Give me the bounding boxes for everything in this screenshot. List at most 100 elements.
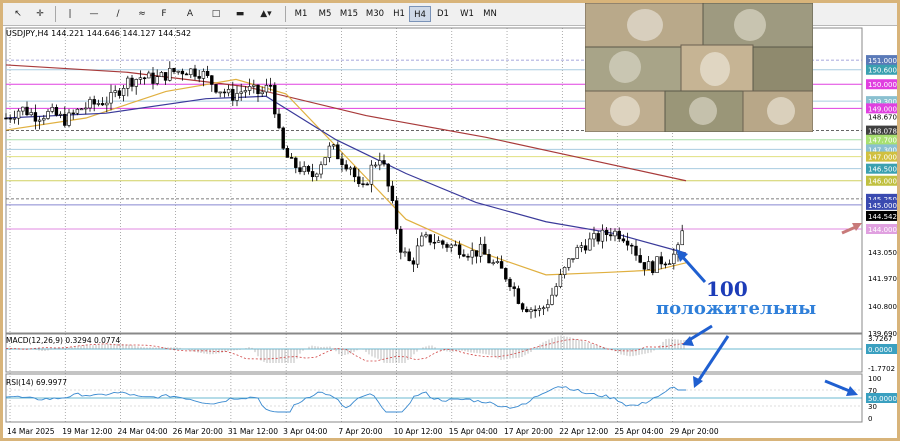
candle-body [613,230,617,237]
candle-body [109,92,113,104]
candle-body [390,185,395,201]
candle-body [168,68,172,81]
candle-body [369,164,374,185]
candle-body [449,244,453,248]
candle-body [571,258,575,260]
candle-body [667,263,672,266]
candle-body [470,250,474,258]
candle-body [163,72,168,81]
candle-body [210,75,214,85]
candle-body [327,145,332,158]
candle-body [247,86,252,91]
candle-body [58,113,63,116]
candle-body [25,106,29,116]
candle-body [243,90,248,93]
candle-body [403,251,407,254]
candle-body [8,117,12,120]
candle-body [21,106,25,112]
candle-body [558,274,563,287]
candle-body [441,240,445,245]
candle-body [264,85,269,93]
candle-body [12,117,17,120]
candle-body [537,308,542,311]
candle-body [92,99,96,105]
candle-body [50,107,54,112]
candle-body [453,244,458,247]
candle-body [84,107,88,110]
price-level-label: 150.600 [868,67,897,75]
candle-body [567,258,571,268]
candle-body [46,111,50,119]
candle-body [604,229,609,235]
candle-body [466,255,470,258]
candle-body [117,90,122,96]
time-tick-label: 14 Mar 2025 [7,427,55,436]
candle-body [142,77,147,80]
candle-body [294,157,298,168]
price-level-label: 144.542 [868,213,897,221]
candle-body [54,107,59,116]
candle-body [151,72,155,84]
candle-body [554,286,558,296]
candle-body [193,68,197,77]
candle-body [184,73,189,76]
candle-body [306,166,311,172]
candle-body [29,112,33,116]
candle-body [525,309,529,313]
candle-body [315,173,319,178]
candle-body [457,244,462,255]
candle-body [302,166,306,173]
price-level-label: 147.700 [868,137,897,145]
candle-body [428,234,432,243]
candle-body [588,238,592,251]
candle-body [289,157,294,159]
time-tick-label: 10 Apr 12:00 [394,427,443,436]
candle-body [550,294,554,305]
candle-body [268,85,273,87]
candle-body [331,144,336,147]
price-axis: 151.000150.600150.000149.300149.000148.0… [866,55,897,423]
candle-body [214,84,218,93]
candle-body [71,112,75,115]
candle-body [508,278,512,288]
candle-body [201,71,206,79]
price-level-label: 150.000 [868,81,897,89]
candle-body [617,230,621,240]
time-tick-label: 29 Apr 20:00 [670,427,719,436]
candle-body [600,229,605,242]
candle-body [659,256,663,265]
time-axis: 14 Mar 2025 19 Mar 12:00 24 Mar 04:00 26 Ma… [7,427,719,436]
candle-body [155,76,159,84]
candle-body [323,157,327,166]
candle-body [273,85,277,115]
candle-body [625,240,630,246]
candle-body [365,183,369,186]
price-level-label: 147.000 [868,154,897,162]
candle-body [415,245,420,265]
candle-body [105,102,109,106]
time-tick-label: 19 Mar 12:00 [62,427,112,436]
price-tick-label: 141.970 [868,275,897,283]
candle-body [478,243,483,257]
candle-body [147,72,151,79]
candle-body [197,76,201,79]
candle-body [79,108,84,111]
candle-body [462,254,466,257]
candle-body [596,233,600,242]
candle-body [621,238,626,242]
candle-body [592,233,596,240]
candle-body [445,244,449,248]
candle-body [88,99,92,109]
candle-body [310,171,315,178]
candle-body [42,118,46,121]
candle-body [541,307,546,310]
time-tick-label: 22 Apr 12:00 [559,427,608,436]
rsi-label: RSI(14) 69.9977 [6,378,67,387]
candle-body [646,261,651,270]
candle-body [319,164,323,175]
candle-body [432,241,437,244]
candle-body [33,112,38,122]
candle-body [218,91,222,94]
macd-tick-label: 0.0000 [868,346,893,354]
candle-body [634,245,638,256]
